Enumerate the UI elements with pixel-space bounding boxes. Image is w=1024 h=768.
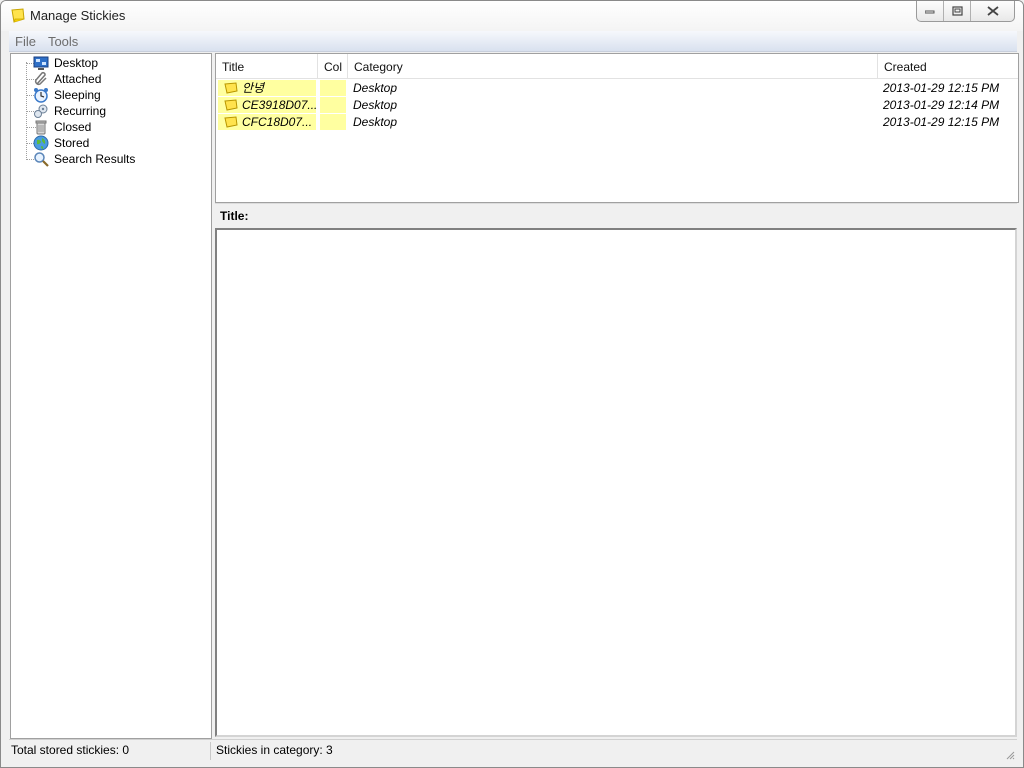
sticky-note-app-icon (11, 8, 25, 23)
column-header-col[interactable]: Col (318, 54, 348, 78)
close-button[interactable] (970, 1, 1014, 21)
alarm-clock-icon (34, 88, 48, 103)
tree-item-attached[interactable]: Attached (33, 71, 101, 87)
row-title: 안녕 (242, 81, 265, 95)
list-header: Title Col Category Created (216, 54, 1018, 79)
status-total-stored: Total stored stickies: 0 (11, 743, 130, 757)
column-header-created[interactable]: Created (878, 54, 1018, 78)
menu-tools[interactable]: Tools (42, 34, 84, 49)
row-title: CE3918D07... (242, 98, 316, 112)
table-row[interactable]: 안녕 Desktop 2013-01-29 12:15 PM (216, 80, 1018, 97)
tree-item-closed[interactable]: Closed (33, 119, 91, 135)
magnifier-icon (34, 152, 49, 167)
category-tree[interactable]: Desktop Attached Sleeping Recurring Clos… (10, 53, 212, 739)
row-title-cell: 안녕 (218, 80, 316, 96)
status-separator (210, 742, 211, 760)
sticky-note-icon (224, 82, 238, 94)
row-category: Desktop (353, 81, 398, 95)
recurring-icon (34, 104, 48, 118)
restore-icon (951, 6, 963, 16)
tree-item-label: Desktop (54, 56, 99, 70)
title-bar[interactable]: Manage Stickies (1, 1, 1023, 31)
row-category: Desktop (353, 98, 398, 112)
sticky-note-icon (224, 116, 238, 128)
row-title-cell: CE3918D07... (218, 97, 316, 113)
tree-item-desktop[interactable]: Desktop (33, 55, 98, 71)
menu-bar: File Tools (9, 31, 1017, 52)
detail-title-label: Title: (220, 209, 249, 223)
row-color-cell (320, 97, 346, 113)
window-title: Manage Stickies (30, 8, 126, 23)
tree-item-label: Sleeping (54, 88, 101, 102)
tree-item-label: Closed (54, 120, 92, 134)
close-icon (986, 6, 999, 16)
globe-icon (33, 135, 49, 151)
menu-file[interactable]: File (9, 34, 42, 49)
row-created: 2013-01-29 12:14 PM (883, 98, 1000, 112)
tree-item-recurring[interactable]: Recurring (33, 103, 106, 119)
paperclip-icon (34, 71, 47, 86)
table-row[interactable]: CE3918D07... Desktop 2013-01-29 12:14 PM (216, 97, 1018, 114)
tree-item-sleeping[interactable]: Sleeping (33, 87, 101, 103)
window-controls (916, 1, 1015, 22)
row-color-cell (320, 80, 346, 96)
tree-item-search-results[interactable]: Search Results (33, 151, 135, 167)
row-created: 2013-01-29 12:15 PM (883, 81, 1000, 95)
note-content-editor[interactable] (215, 228, 1017, 737)
status-in-category: Stickies in category: 3 (216, 743, 333, 757)
manage-stickies-window: Manage Stickies File Tools Desktop Attac… (0, 0, 1024, 768)
tree-item-label: Search Results (54, 152, 136, 166)
column-header-title[interactable]: Title (216, 54, 318, 78)
status-bar: Total stored stickies: 0 Stickies in cat… (9, 739, 1017, 762)
row-category: Desktop (353, 115, 398, 129)
minimize-icon (925, 10, 935, 14)
row-title: CFC18D07... (242, 115, 313, 129)
stickies-list[interactable]: Title Col Category Created 안녕 Desktop 20… (215, 53, 1019, 203)
tree-item-label: Attached (54, 72, 102, 86)
minimize-button[interactable] (917, 1, 943, 21)
sticky-note-icon (224, 99, 238, 111)
row-color-cell (320, 114, 346, 130)
tree-item-label: Stored (54, 136, 90, 150)
column-header-category[interactable]: Category (348, 54, 878, 78)
row-title-cell: CFC18D07... (218, 114, 316, 130)
tree-item-label: Recurring (54, 104, 107, 118)
tree-item-stored[interactable]: Stored (33, 135, 89, 151)
row-created: 2013-01-29 12:15 PM (883, 115, 1000, 129)
detail-title-strip: Title: (215, 203, 1017, 228)
desktop-icon (33, 56, 49, 70)
restore-button[interactable] (943, 1, 970, 21)
trash-can-icon (35, 120, 47, 135)
table-row[interactable]: CFC18D07... Desktop 2013-01-29 12:15 PM (216, 114, 1018, 131)
resize-grip-icon[interactable] (1005, 750, 1015, 760)
